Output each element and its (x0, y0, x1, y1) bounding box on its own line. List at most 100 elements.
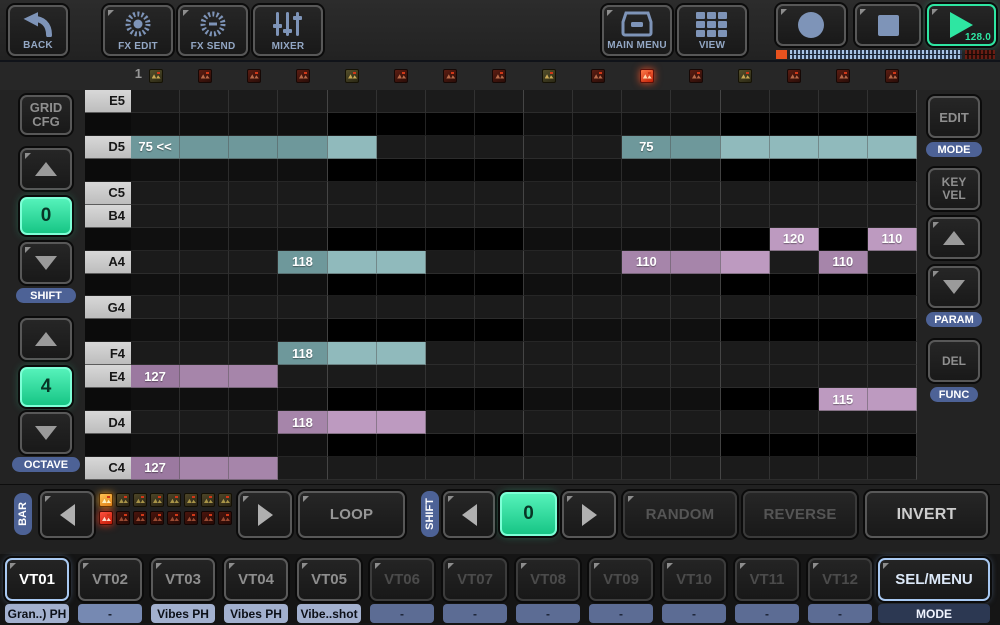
key-label[interactable]: E5 (85, 90, 131, 113)
grid-cell[interactable] (524, 319, 573, 342)
grid-cell[interactable] (622, 205, 671, 228)
note-cell[interactable] (229, 365, 278, 388)
grid-cell[interactable] (131, 251, 180, 274)
grid-cell[interactable] (524, 113, 573, 136)
grid-cell[interactable] (524, 159, 573, 182)
note-cell[interactable] (180, 365, 229, 388)
grid-cell[interactable] (377, 113, 426, 136)
key-vel-button[interactable]: KEY VEL (928, 168, 980, 210)
grid-cell[interactable] (524, 136, 573, 159)
grid-cell[interactable] (328, 434, 377, 457)
grid-cell[interactable] (868, 251, 917, 274)
track-tab-VT01[interactable]: VT01 (5, 558, 69, 601)
grid-cell[interactable] (328, 365, 377, 388)
grid-cell[interactable] (131, 319, 180, 342)
pattern-bar-icon[interactable] (218, 511, 232, 525)
grid-cell[interactable] (524, 274, 573, 297)
grid-cell[interactable] (573, 411, 622, 434)
grid-cell[interactable] (278, 228, 327, 251)
octave-up-button[interactable] (20, 318, 72, 360)
grid-cell[interactable] (819, 113, 868, 136)
grid-cell[interactable] (377, 136, 426, 159)
octave-down-button[interactable] (20, 412, 72, 454)
key-label[interactable]: D4 (85, 411, 131, 434)
grid-cell[interactable] (475, 342, 524, 365)
invert-button[interactable]: INVERT (865, 491, 988, 538)
pattern-bar-icon[interactable] (116, 493, 130, 507)
grid-cell[interactable] (671, 90, 720, 113)
grid-cell[interactable] (229, 251, 278, 274)
grid-cell[interactable] (426, 228, 475, 251)
grid-cell[interactable] (819, 365, 868, 388)
grid-cell[interactable] (180, 90, 229, 113)
sample-step-icon[interactable] (542, 69, 556, 83)
grid-cell[interactable] (377, 205, 426, 228)
play-button[interactable]: 128.0 (927, 4, 996, 46)
grid-cell[interactable] (721, 182, 770, 205)
note-cell[interactable]: 120 (770, 228, 819, 251)
shift-right-button[interactable] (562, 491, 616, 538)
grid-cell[interactable] (426, 205, 475, 228)
grid-cell[interactable] (131, 342, 180, 365)
grid-cell[interactable] (721, 411, 770, 434)
grid-cell[interactable] (475, 411, 524, 434)
grid-cell[interactable] (573, 296, 622, 319)
grid-cell[interactable] (868, 319, 917, 342)
grid-cell[interactable] (671, 434, 720, 457)
note-cell[interactable] (770, 136, 819, 159)
grid-cell[interactable] (426, 388, 475, 411)
grid-cell[interactable] (819, 205, 868, 228)
grid-cell[interactable] (721, 319, 770, 342)
mixer-button[interactable]: MIXER (253, 5, 323, 56)
grid-cell[interactable] (180, 251, 229, 274)
view-button[interactable]: VIEW (677, 5, 747, 56)
grid-cell[interactable] (426, 113, 475, 136)
grid-cell[interactable] (770, 457, 819, 480)
grid-cell[interactable] (524, 90, 573, 113)
sample-step-icon[interactable] (885, 69, 899, 83)
sample-step-icon[interactable] (296, 69, 310, 83)
grid-cell[interactable] (180, 342, 229, 365)
back-button[interactable]: BACK (8, 5, 68, 56)
grid-cell[interactable] (671, 342, 720, 365)
note-cell[interactable] (278, 136, 327, 159)
key-label[interactable]: C5 (85, 182, 131, 205)
pattern-bar-icon[interactable] (99, 511, 113, 525)
grid-cell[interactable] (819, 342, 868, 365)
grid-cell[interactable] (671, 182, 720, 205)
note-cell[interactable] (671, 136, 720, 159)
grid-cell[interactable] (131, 296, 180, 319)
grid-cfg-button[interactable]: GRID CFG (20, 95, 72, 135)
sample-step-icon[interactable] (640, 69, 654, 83)
grid-cell[interactable] (819, 90, 868, 113)
grid-cell[interactable] (278, 296, 327, 319)
grid-cell[interactable] (622, 159, 671, 182)
grid-cell[interactable] (671, 274, 720, 297)
sample-step-icon[interactable] (345, 69, 359, 83)
grid-cell[interactable] (819, 274, 868, 297)
grid-cell[interactable] (229, 113, 278, 136)
track-tab-VT04[interactable]: VT04 (224, 558, 288, 601)
grid-cell[interactable] (278, 365, 327, 388)
grid-cell[interactable] (524, 388, 573, 411)
grid-cell[interactable] (721, 457, 770, 480)
grid-cell[interactable] (229, 228, 278, 251)
grid-cell[interactable] (229, 205, 278, 228)
grid-cell[interactable] (524, 182, 573, 205)
grid-cell[interactable] (426, 434, 475, 457)
grid-cell[interactable] (770, 274, 819, 297)
grid-cell[interactable] (770, 251, 819, 274)
grid-cell[interactable] (770, 434, 819, 457)
sample-step-icon[interactable] (689, 69, 703, 83)
key-label[interactable]: G4 (85, 296, 131, 319)
grid-cell[interactable] (770, 296, 819, 319)
grid-cell[interactable] (819, 457, 868, 480)
grid-cell[interactable] (229, 342, 278, 365)
grid-cell[interactable] (426, 365, 475, 388)
grid-cell[interactable] (180, 182, 229, 205)
grid-cell[interactable] (622, 319, 671, 342)
note-cell[interactable] (819, 136, 868, 159)
grid-cell[interactable] (721, 90, 770, 113)
pattern-bar-icon[interactable] (133, 493, 147, 507)
shift-value-display[interactable]: 0 (20, 197, 72, 235)
